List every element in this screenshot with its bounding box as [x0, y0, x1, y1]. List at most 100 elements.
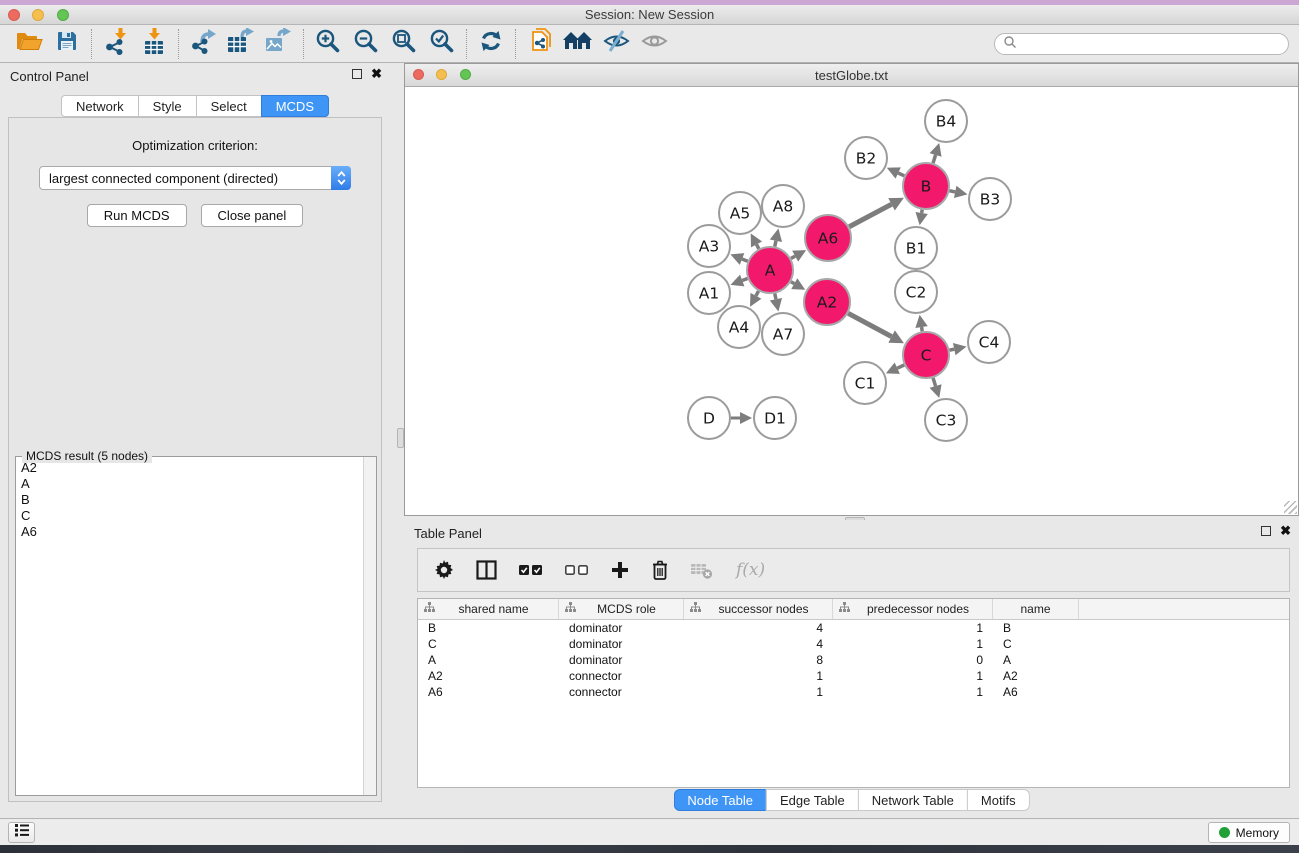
table-row[interactable]: A2connector11A2	[418, 668, 1289, 684]
graph-edge-B-B4[interactable]	[933, 155, 936, 163]
status-bar: Memory	[0, 818, 1299, 845]
float-panel-icon[interactable]	[352, 69, 362, 79]
graph-edge-B-B3[interactable]	[950, 191, 956, 192]
table-cell: 1	[833, 685, 993, 699]
graph-edge-A-A4[interactable]	[756, 291, 759, 296]
graph-edge-A-A5[interactable]	[757, 244, 759, 248]
network-canvas[interactable]: B4B2BB3A5A8A6B1A3AC2A1A2A4A7C4CC1DD1C3	[405, 88, 1298, 515]
table-row[interactable]: Cdominator41C	[418, 636, 1289, 652]
table-row[interactable]: Adominator80A	[418, 652, 1289, 668]
tab-network[interactable]: Network	[61, 95, 138, 117]
table-cell: connector	[559, 669, 684, 683]
criterion-dropdown[interactable]: largest connected component (directed)	[39, 166, 351, 190]
import-network-button[interactable]	[97, 28, 135, 60]
graph-edge-A-A1[interactable]	[742, 278, 747, 280]
graph-edge-A-A8[interactable]	[775, 241, 776, 247]
graph-edge-A-A6[interactable]	[791, 256, 795, 258]
zoom-in-button[interactable]	[309, 28, 347, 60]
result-item[interactable]: A	[17, 476, 362, 492]
graph-edge-A-A2[interactable]	[791, 282, 794, 284]
graph-edge-A-A7[interactable]	[775, 294, 776, 300]
tab-select[interactable]: Select	[196, 95, 261, 117]
zoom-out-button[interactable]	[347, 28, 385, 60]
tab-motifs[interactable]: Motifs	[967, 789, 1030, 811]
home-view-button[interactable]	[559, 28, 597, 60]
tab-network-table[interactable]: Network Table	[858, 789, 967, 811]
hide-graphics-details-button[interactable]	[597, 28, 635, 60]
window-resize-grip[interactable]	[1284, 501, 1297, 514]
column-selector-icon[interactable]	[476, 560, 497, 580]
column-header-name[interactable]: name	[993, 599, 1079, 619]
result-item[interactable]: A2	[17, 460, 362, 476]
export-table-button[interactable]	[222, 28, 260, 60]
search-input[interactable]	[1017, 35, 1288, 53]
graph-edge-arrowhead	[770, 298, 782, 311]
tab-edge-table[interactable]: Edge Table	[766, 789, 858, 811]
graph-edge-B-B1[interactable]	[922, 210, 923, 213]
table-row[interactable]: A6connector11A6	[418, 684, 1289, 700]
delete-table-icon[interactable]	[691, 561, 714, 580]
app-title: Session: New Session	[0, 7, 1299, 22]
zoom-fit-button[interactable]	[385, 28, 423, 60]
memory-status-button[interactable]: Memory	[1208, 822, 1290, 843]
close-panel-button[interactable]: Close panel	[201, 204, 304, 227]
run-mcds-button[interactable]: Run MCDS	[87, 204, 187, 227]
column-header-successor-nodes[interactable]: successor nodes	[684, 599, 833, 619]
table-cell: B	[418, 621, 559, 635]
select-all-icon[interactable]	[519, 564, 543, 576]
zoom-fit-icon	[391, 28, 417, 59]
export-network-button[interactable]	[184, 28, 222, 60]
column-header-shared-name[interactable]: shared name	[418, 599, 559, 619]
open-file-button[interactable]	[10, 28, 48, 60]
graph-edge-B-B2[interactable]	[898, 173, 904, 176]
deselect-all-icon[interactable]	[565, 564, 589, 576]
table-row[interactable]: Bdominator41B	[418, 620, 1289, 636]
graph-edge-C-C1[interactable]	[897, 365, 904, 368]
graph-edge-A2-C[interactable]	[848, 313, 891, 336]
graph-edge-arrowhead	[770, 229, 782, 242]
graph-edge-C-C3[interactable]	[933, 378, 936, 386]
column-header-MCDS-role[interactable]: MCDS role	[559, 599, 684, 619]
graph-edge-arrowhead	[930, 384, 942, 398]
vertical-splitter-handle[interactable]	[397, 428, 404, 448]
task-history-button[interactable]	[8, 822, 35, 843]
table-cell: A	[993, 653, 1079, 667]
create-column-icon[interactable]	[611, 561, 629, 579]
graph-node-label: B	[921, 177, 932, 195]
node-table: shared nameMCDS rolesuccessor nodesprede…	[417, 598, 1290, 788]
save-floppy-icon	[56, 30, 78, 57]
export-image-button[interactable]	[260, 28, 298, 60]
graph-edge-C-C4[interactable]	[950, 349, 955, 350]
settings-gear-icon[interactable]	[434, 560, 454, 580]
tab-node-table[interactable]: Node Table	[673, 789, 766, 811]
graph-edge-A6-B[interactable]	[849, 204, 891, 226]
result-item[interactable]: B	[17, 492, 362, 508]
tab-style[interactable]: Style	[138, 95, 196, 117]
close-panel-icon[interactable]: ✖	[1280, 526, 1291, 536]
column-header-predecessor-nodes[interactable]: predecessor nodes	[833, 599, 993, 619]
graph-edge-arrowhead	[953, 343, 967, 355]
import-table-button[interactable]	[135, 28, 173, 60]
save-session-button[interactable]	[48, 28, 86, 60]
graph-node-label: A1	[699, 284, 719, 302]
toolbar-separator	[303, 29, 304, 59]
control-panel-title: Control Panel	[10, 69, 89, 84]
show-graphics-details-button[interactable]	[635, 28, 673, 60]
tab-mcds[interactable]: MCDS	[261, 95, 329, 117]
graph-edge-C-C2[interactable]	[922, 327, 923, 331]
float-panel-icon[interactable]	[1261, 526, 1271, 536]
duplicate-network-icon	[528, 28, 553, 60]
delete-columns-icon[interactable]	[651, 560, 669, 581]
refresh-view-button[interactable]	[472, 28, 510, 60]
result-item[interactable]: A6	[17, 524, 362, 540]
create-network-view-button[interactable]	[521, 28, 559, 60]
function-builder-icon[interactable]: f(x)	[736, 560, 765, 580]
network-window-title: testGlobe.txt	[405, 68, 1298, 83]
zoom-selected-button[interactable]	[423, 28, 461, 60]
result-scrollbar[interactable]	[363, 457, 376, 795]
search-field[interactable]	[994, 33, 1289, 55]
result-item[interactable]: C	[17, 508, 362, 524]
close-panel-icon[interactable]: ✖	[371, 69, 382, 79]
graph-edge-A-A3[interactable]	[742, 259, 748, 261]
network-window-titlebar[interactable]: testGlobe.txt	[405, 64, 1298, 87]
